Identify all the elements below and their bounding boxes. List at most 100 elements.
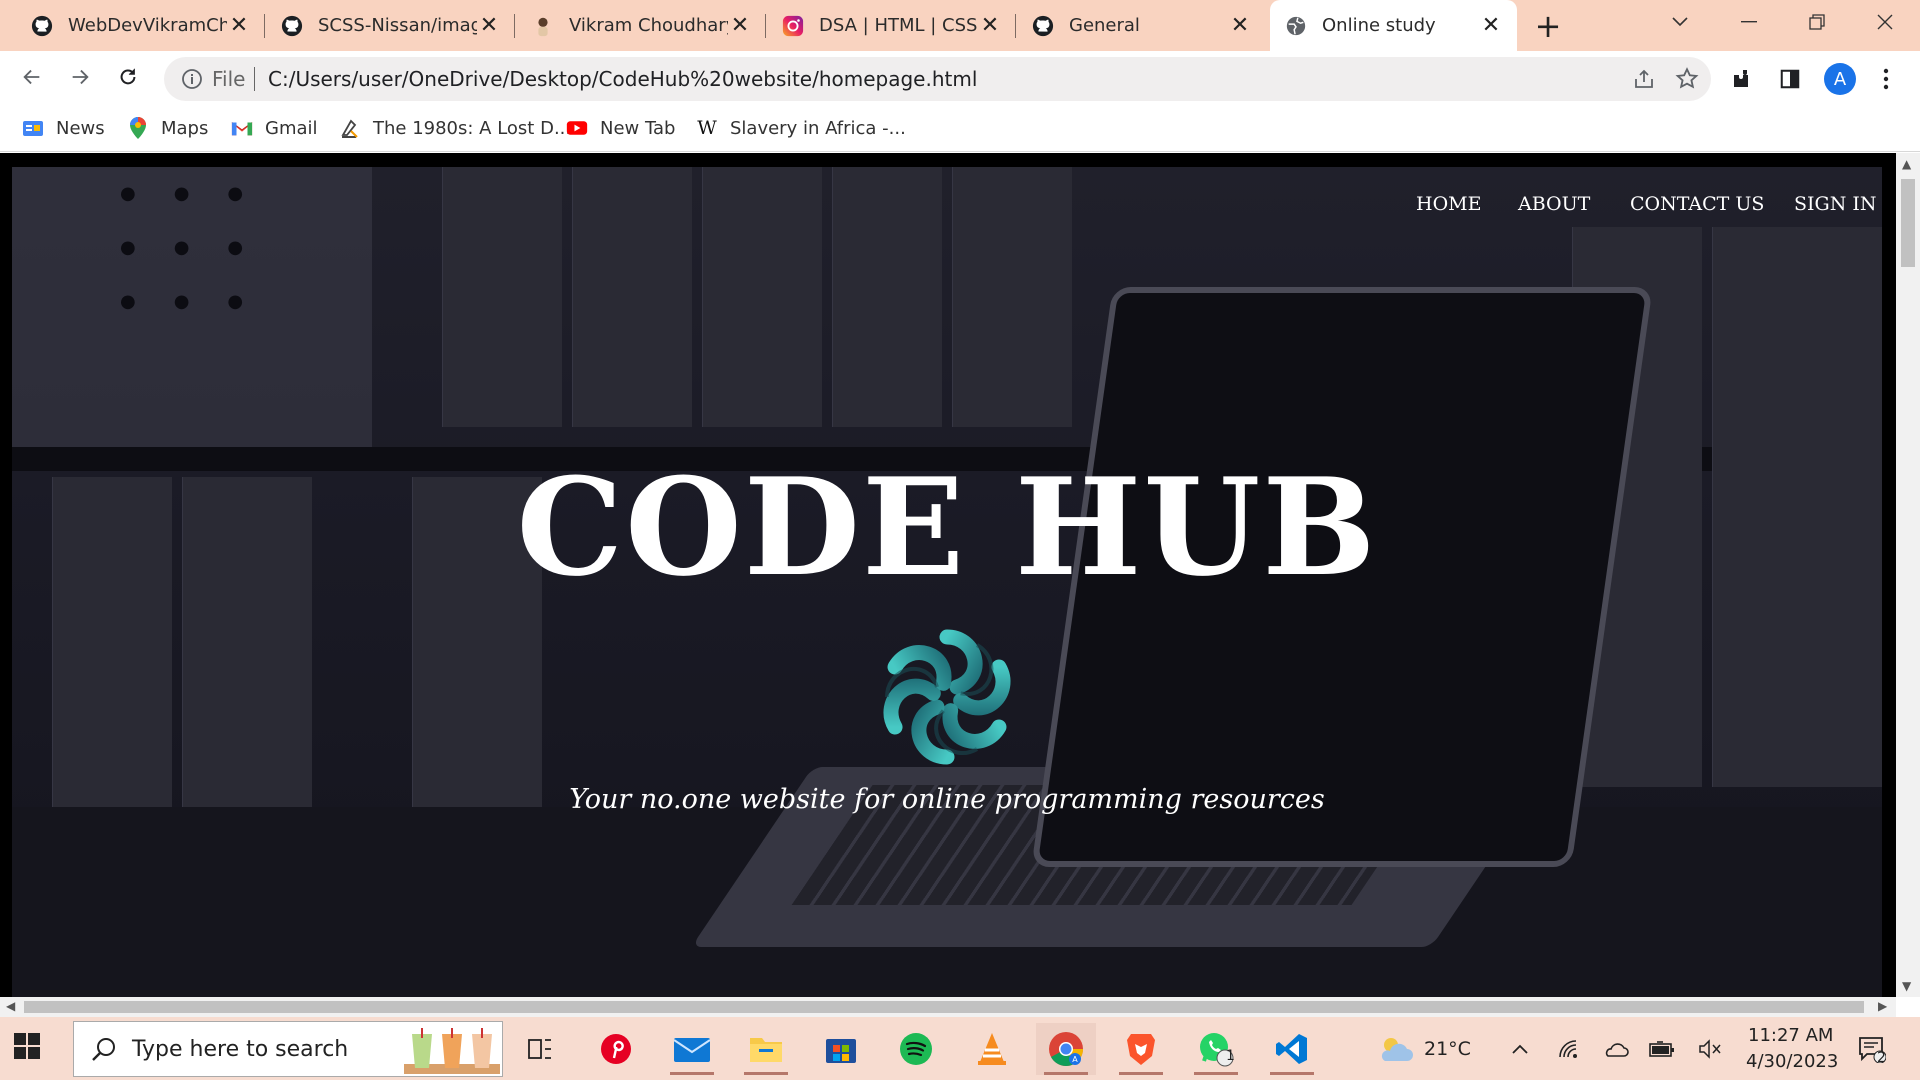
spotify-icon[interactable] [886, 1023, 946, 1075]
url-text[interactable]: C:/Users/user/OneDrive/Desktop/CodeHub%2… [268, 67, 977, 91]
vlc-icon[interactable] [962, 1023, 1022, 1075]
tab-close-icon[interactable]: ✕ [1228, 13, 1252, 38]
weather-temperature[interactable]: 21°C [1424, 1038, 1471, 1060]
side-panel-icon[interactable] [1774, 63, 1806, 95]
tab-close-icon[interactable]: ✕ [728, 13, 752, 38]
tab-close-icon[interactable]: ✕ [227, 13, 251, 38]
notifications-badge: 2 [1877, 1050, 1886, 1066]
bookmark-new-tab[interactable]: New Tab [566, 114, 675, 142]
github-icon [280, 14, 304, 38]
browser-toolbar: File C:/Users/user/OneDrive/Desktop/Code… [0, 51, 1920, 106]
tab-dsa-html-css[interactable]: DSA | HTML | CSS | ✕ [767, 0, 1016, 51]
tab-strip: WebDevVikramCho ✕ SCSS-Nissan/image ✕ Vi… [0, 0, 1920, 51]
codehub-logo [871, 621, 1023, 773]
tab-webdevvikramcho[interactable]: WebDevVikramCho ✕ [16, 0, 265, 51]
brave-icon[interactable] [1111, 1023, 1171, 1075]
site-title: CODE HUB [516, 448, 1378, 606]
whatsapp-icon[interactable] [1186, 1023, 1246, 1075]
back-button[interactable] [12, 57, 52, 97]
background-holes: ●●● ●●● ●●● [120, 183, 282, 312]
clock-date[interactable]: 4/30/2023 [1746, 1051, 1838, 1072]
tab-title: WebDevVikramCho [68, 15, 227, 36]
scroll-right-arrow-icon[interactable]: ▶ [1878, 999, 1887, 1013]
background-binder [952, 167, 1072, 427]
file-explorer-icon[interactable] [736, 1023, 796, 1075]
taskbar-search-input[interactable]: Type here to search [73, 1021, 503, 1077]
tab-scss-nissan[interactable]: SCSS-Nissan/image ✕ [266, 0, 515, 51]
background-binder [702, 167, 822, 427]
bookmark-star-icon[interactable] [1674, 66, 1700, 92]
extensions-icon[interactable] [1726, 63, 1758, 95]
nav-about-link[interactable]: ABOUT [1518, 193, 1590, 215]
scroll-up-arrow-icon[interactable]: ▲ [1902, 157, 1911, 171]
bookmark-news[interactable]: News [22, 114, 105, 142]
horizontal-scroll-thumb[interactable] [24, 1001, 1864, 1013]
bookmark-maps[interactable]: Maps [127, 114, 208, 142]
minimize-button[interactable] [1714, 0, 1784, 44]
bookmark-label: The 1980s: A Lost D... [373, 117, 572, 139]
tab-close-icon[interactable]: ✕ [477, 13, 501, 38]
wikipedia-icon: W [697, 117, 717, 139]
bookmark-label: Gmail [265, 117, 318, 139]
close-window-button[interactable] [1850, 0, 1920, 44]
new-tab-button[interactable]: + [1530, 7, 1566, 45]
chrome-icon[interactable]: A [1036, 1023, 1096, 1075]
reload-button[interactable] [108, 57, 148, 97]
profile-icon [531, 14, 555, 38]
tab-general[interactable]: General ✕ [1017, 0, 1266, 51]
background-binder [442, 167, 562, 427]
tab-title: Vikram Choudhary [569, 15, 728, 36]
network-icon[interactable] [1554, 1035, 1582, 1063]
tab-title: General [1069, 15, 1140, 36]
share-icon[interactable] [1632, 67, 1656, 91]
address-bar[interactable]: File C:/Users/user/OneDrive/Desktop/Code… [164, 57, 1711, 101]
nav-home-link[interactable]: HOME [1416, 193, 1481, 215]
scroll-down-arrow-icon[interactable]: ▼ [1902, 979, 1911, 993]
background-binder [832, 167, 942, 427]
bookmarks-bar: News Maps Gmail The 1980s: A Lost D... N… [0, 106, 1920, 152]
bookmark-label: Slavery in Africa -... [730, 117, 906, 139]
mail-icon[interactable] [662, 1023, 722, 1075]
tab-online-study[interactable]: Online study ✕ [1270, 0, 1517, 51]
bookmark-1980s[interactable]: The 1980s: A Lost D... [339, 114, 571, 142]
svg-text:A: A [1072, 1055, 1078, 1064]
pinterest-icon[interactable] [586, 1023, 646, 1075]
more-menu-icon[interactable] [1870, 63, 1902, 95]
youtube-icon [566, 117, 588, 139]
show-hidden-icons-chevron-icon[interactable] [1506, 1035, 1534, 1063]
bookmark-slavery-in-africa[interactable]: W Slavery in Africa -... [696, 114, 906, 142]
profile-avatar[interactable]: A [1824, 63, 1856, 95]
tab-search-chevron-icon[interactable] [1645, 0, 1715, 44]
horizontal-scrollbar[interactable]: ◀ ▶ [0, 997, 1896, 1017]
clock-time[interactable]: 11:27 AM [1748, 1025, 1833, 1046]
vertical-scrollbar[interactable]: ▲ ▼ [1896, 153, 1920, 997]
vertical-scroll-thumb[interactable] [1901, 179, 1915, 267]
nav-contact-link[interactable]: CONTACT US [1630, 193, 1764, 215]
instagram-icon [781, 14, 805, 38]
github-icon [1031, 14, 1055, 38]
site-tagline: Your no.one website for online programmi… [569, 784, 1325, 815]
battery-icon[interactable] [1648, 1035, 1676, 1063]
volume-muted-icon[interactable] [1696, 1035, 1724, 1063]
forward-button[interactable] [60, 57, 100, 97]
nav-signin-link[interactable]: SIGN IN [1794, 193, 1877, 215]
hero-section: ●●● ●●● ●●● HOME ABOUT CONTACT US SIGN IN … [12, 167, 1882, 997]
vscode-icon[interactable] [1262, 1023, 1322, 1075]
task-view-icon[interactable] [510, 1023, 570, 1075]
maps-icon [127, 117, 149, 139]
onedrive-cloud-icon[interactable] [1602, 1035, 1630, 1063]
tab-title: SCSS-Nissan/image [318, 15, 477, 36]
github-icon [30, 14, 54, 38]
address-divider [254, 67, 255, 91]
tab-close-icon[interactable]: ✕ [978, 13, 1002, 38]
weather-icon[interactable] [1376, 1035, 1416, 1063]
tab-vikram-choudhary[interactable]: Vikram Choudhary ✕ [517, 0, 766, 51]
bookmark-gmail[interactable]: Gmail [231, 114, 318, 142]
scroll-left-arrow-icon[interactable]: ◀ [6, 999, 15, 1013]
info-icon[interactable] [180, 67, 204, 91]
search-icon [90, 1036, 118, 1064]
tab-close-icon[interactable]: ✕ [1479, 13, 1503, 38]
windows-start-icon[interactable] [14, 1033, 44, 1063]
microsoft-store-icon[interactable] [811, 1023, 871, 1075]
restore-button[interactable] [1782, 0, 1852, 44]
